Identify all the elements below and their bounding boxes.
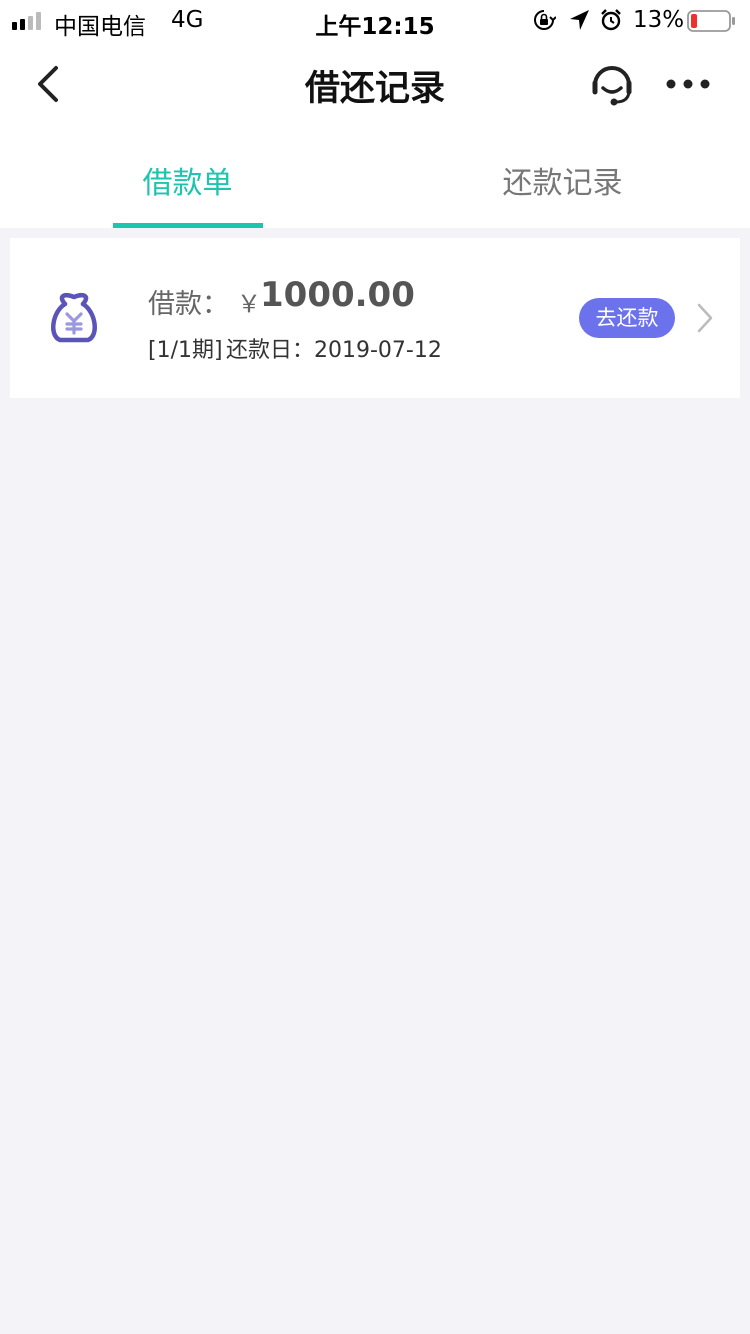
orientation-lock-icon bbox=[534, 10, 556, 30]
tab-loan-orders[interactable]: 借款单 bbox=[0, 158, 375, 202]
currency-symbol: ￥ bbox=[237, 290, 261, 318]
customer-service-icon[interactable] bbox=[586, 58, 638, 110]
battery-icon bbox=[687, 10, 735, 32]
more-icon[interactable] bbox=[664, 74, 712, 94]
status-bar: 中国电信 4G 上午12:15 13% bbox=[0, 0, 750, 40]
money-bag-icon bbox=[51, 293, 97, 343]
battery-percent: 13% bbox=[633, 7, 685, 33]
chevron-right-icon[interactable] bbox=[696, 302, 714, 334]
tab-repayment-records[interactable]: 还款记录 bbox=[375, 158, 750, 202]
tab-bar: 借款单 还款记录 bbox=[0, 128, 750, 228]
loan-amount: 1000.00 bbox=[260, 275, 415, 315]
repay-button[interactable]: 去还款 bbox=[579, 298, 675, 338]
location-arrow-icon bbox=[570, 10, 589, 30]
loan-card[interactable]: 借款： ￥ 1000.00 [1/1期] 还款日：2019-07-12 去还款 bbox=[10, 238, 740, 398]
active-tab-indicator bbox=[113, 223, 263, 228]
repayment-due-date: 还款日：2019-07-12 bbox=[226, 338, 442, 363]
navigation-bar: 借还记录 bbox=[0, 40, 750, 128]
alarm-clock-icon bbox=[601, 9, 621, 31]
loan-term: [1/1期] bbox=[148, 338, 223, 363]
loan-label: 借款： bbox=[148, 289, 229, 320]
